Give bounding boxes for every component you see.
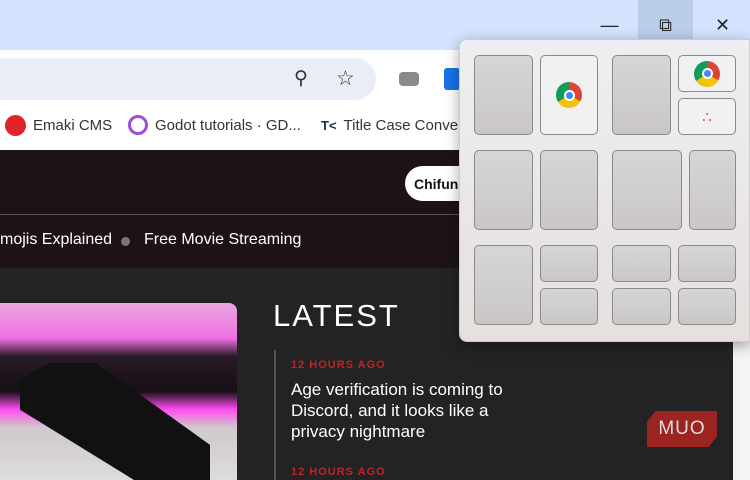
star-icon[interactable]: ☆ bbox=[336, 66, 355, 91]
snap-zone[interactable] bbox=[678, 288, 736, 325]
separator-dot bbox=[121, 237, 130, 246]
article-time: 12 HOURS AGO bbox=[291, 466, 386, 478]
snap-zone[interactable] bbox=[612, 55, 671, 135]
chrome-icon bbox=[694, 60, 720, 87]
bookmark-emaki[interactable]: Emaki CMS bbox=[5, 108, 112, 142]
snap-zone[interactable] bbox=[474, 245, 533, 325]
snap-zone[interactable] bbox=[678, 245, 736, 282]
snap-zone[interactable] bbox=[540, 288, 598, 325]
snap-zone[interactable] bbox=[540, 150, 598, 230]
snap-zone[interactable] bbox=[540, 55, 598, 135]
bookmark-title-case[interactable]: T< Title Case Conve bbox=[321, 108, 458, 142]
snap-zone[interactable] bbox=[612, 245, 671, 282]
snap-zone[interactable] bbox=[612, 288, 671, 325]
torii-icon bbox=[5, 114, 26, 136]
extension-icon[interactable] bbox=[444, 68, 460, 90]
snap-zone[interactable] bbox=[612, 150, 682, 230]
article-image[interactable] bbox=[0, 303, 237, 480]
article-time: 12 HOURS AGO bbox=[291, 359, 386, 371]
muo-logo: MUO bbox=[647, 411, 717, 447]
snap-layouts-flyout: ∴ bbox=[459, 39, 750, 342]
snap-zone[interactable] bbox=[678, 55, 736, 92]
latest-heading: LATEST bbox=[273, 298, 400, 333]
zoom-out-icon[interactable]: ⚲ bbox=[294, 67, 308, 90]
timeline-line bbox=[274, 350, 276, 480]
godot-icon bbox=[128, 115, 148, 135]
snap-zone[interactable] bbox=[689, 150, 736, 230]
snap-zone[interactable] bbox=[474, 150, 533, 230]
snap-zone[interactable] bbox=[540, 245, 598, 282]
bookmark-godot[interactable]: Godot tutorials · GD... bbox=[128, 108, 301, 142]
adapter-shape bbox=[20, 363, 210, 480]
address-bar[interactable]: ⚲ ☆ bbox=[0, 58, 376, 100]
snap-zone[interactable] bbox=[474, 55, 533, 135]
article-title[interactable]: Age verification is coming to Discord, a… bbox=[291, 379, 526, 442]
snap-zone[interactable]: ∴ bbox=[678, 98, 736, 135]
extension-icon[interactable] bbox=[399, 72, 419, 86]
title-case-icon: T< bbox=[321, 117, 337, 133]
asana-icon: ∴ bbox=[702, 108, 712, 126]
trending-link[interactable]: mojis Explained bbox=[0, 231, 112, 249]
chrome-icon bbox=[556, 82, 582, 108]
trending-link[interactable]: Free Movie Streaming bbox=[144, 231, 301, 249]
